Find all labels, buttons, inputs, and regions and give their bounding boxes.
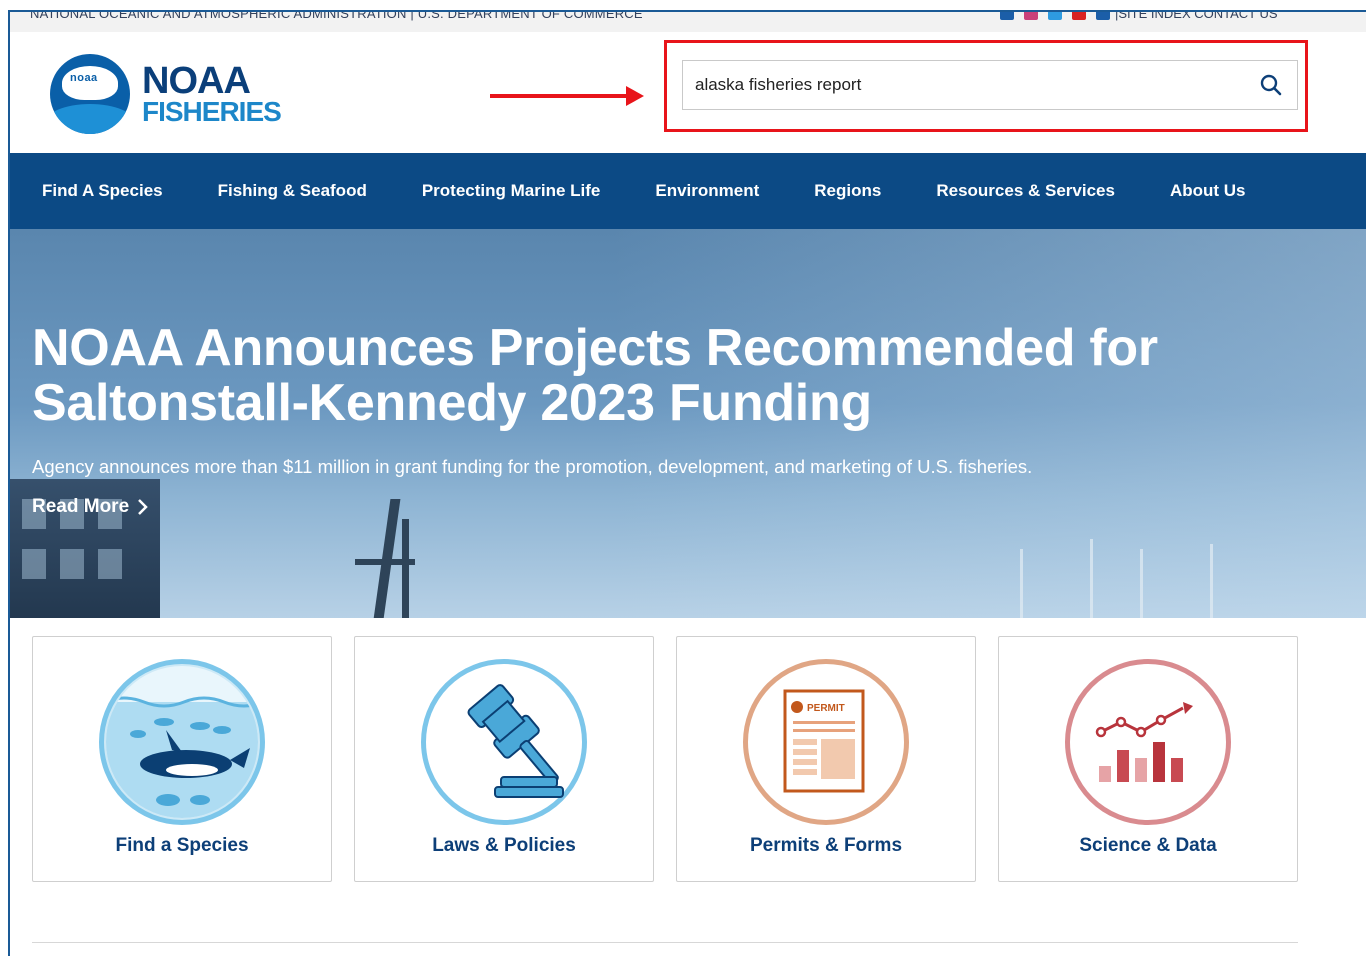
twitter-icon[interactable] bbox=[1048, 12, 1062, 20]
red-arrow-annotation bbox=[490, 86, 644, 106]
noaa-fisheries-logo[interactable]: noaa NOAA FISHERIES bbox=[50, 54, 282, 134]
chart-icon bbox=[1065, 659, 1231, 825]
read-more-link[interactable]: Read More bbox=[32, 496, 149, 518]
card-label: Permits & Forms bbox=[749, 835, 903, 856]
gavel-icon bbox=[421, 659, 587, 825]
nav-protecting-marine-life[interactable]: Protecting Marine Life bbox=[422, 181, 601, 201]
chevron-right-icon bbox=[138, 499, 148, 515]
quick-links: Find a Species Laws & Policies PERMIT Pe… bbox=[32, 636, 1298, 882]
page-frame: NATIONAL OCEANIC AND ATMOSPHERIC ADMINIS… bbox=[8, 10, 1366, 956]
search-icon bbox=[1260, 74, 1282, 96]
search-input[interactable] bbox=[683, 61, 1245, 109]
card-label: Laws & Policies bbox=[432, 835, 576, 856]
instagram-icon[interactable] bbox=[1024, 12, 1038, 20]
card-laws-policies[interactable]: Laws & Policies bbox=[354, 636, 654, 882]
search-bar bbox=[682, 60, 1298, 110]
hero-banner: NOAA Announces Projects Recommended for … bbox=[10, 229, 1366, 618]
nav-environment[interactable]: Environment bbox=[655, 181, 759, 201]
noaa-emblem-icon: noaa bbox=[50, 54, 130, 134]
nav-regions[interactable]: Regions bbox=[814, 181, 881, 201]
card-permits-forms[interactable]: PERMIT Permits & Forms bbox=[676, 636, 976, 882]
nav-find-a-species[interactable]: Find A Species bbox=[42, 181, 163, 201]
nav-fishing-seafood[interactable]: Fishing & Seafood bbox=[218, 181, 367, 201]
section-divider bbox=[32, 942, 1298, 943]
facebook-icon[interactable] bbox=[1000, 12, 1014, 20]
site-header: noaa NOAA FISHERIES bbox=[10, 32, 1366, 153]
social-links bbox=[1000, 12, 1110, 20]
logo-line-2: FISHERIES bbox=[142, 96, 282, 127]
hero-subtitle: Agency announces more than $11 million i… bbox=[32, 456, 1033, 477]
nav-about-us[interactable]: About Us bbox=[1170, 181, 1246, 201]
card-label: Science & Data bbox=[1079, 835, 1217, 856]
card-science-data[interactable]: Science & Data bbox=[998, 636, 1298, 882]
youtube-icon[interactable] bbox=[1072, 12, 1086, 20]
logo-line-1: NOAA bbox=[142, 60, 251, 102]
utility-links[interactable]: |SITE INDEX CONTACT US bbox=[1115, 12, 1278, 21]
read-more-label: Read More bbox=[32, 496, 130, 517]
permit-badge-text: PERMIT bbox=[807, 703, 845, 714]
permit-icon: PERMIT bbox=[743, 659, 909, 825]
card-find-a-species[interactable]: Find a Species bbox=[32, 636, 332, 882]
agency-text: NATIONAL OCEANIC AND ATMOSPHERIC ADMINIS… bbox=[30, 10, 643, 21]
fish-icon bbox=[99, 659, 265, 825]
main-nav: Find A Species Fishing & Seafood Protect… bbox=[10, 153, 1366, 229]
nav-resources-services[interactable]: Resources & Services bbox=[936, 181, 1115, 201]
email-icon[interactable] bbox=[1096, 12, 1110, 20]
utility-bar: NATIONAL OCEANIC AND ATMOSPHERIC ADMINIS… bbox=[10, 12, 1366, 32]
card-label: Find a Species bbox=[115, 835, 249, 856]
search-button[interactable] bbox=[1245, 61, 1297, 109]
hero-title: NOAA Announces Projects Recommended for … bbox=[32, 319, 1158, 432]
